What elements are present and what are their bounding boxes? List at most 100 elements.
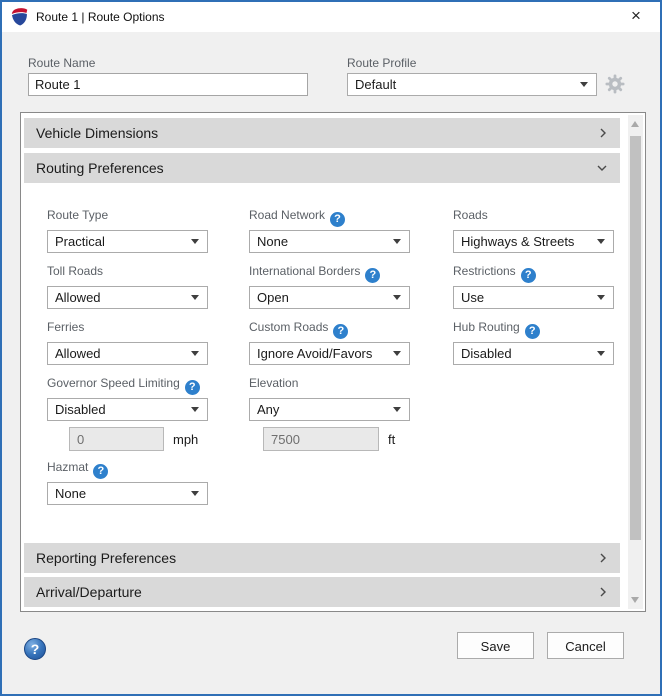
section-vehicle-dimensions[interactable]: Vehicle Dimensions	[24, 118, 620, 148]
save-button[interactable]: Save	[457, 632, 534, 659]
international-borders-value: Open	[257, 290, 289, 305]
chevron-right-icon	[598, 552, 608, 564]
governor-speed-limiting-label: Governor Speed Limiting	[47, 376, 180, 390]
governor-speed-input	[69, 427, 164, 451]
help-icon[interactable]: ?	[365, 268, 380, 283]
international-borders-label: International Borders	[249, 264, 360, 278]
profile-settings-gear-icon[interactable]	[603, 72, 627, 96]
help-icon[interactable]: ?	[525, 324, 540, 339]
custom-roads-value: Ignore Avoid/Favors	[257, 346, 372, 361]
elevation-unit-label: ft	[388, 432, 395, 447]
field-custom-roads: Custom Roads? Ignore Avoid/Favors	[249, 320, 410, 365]
route-profile-select[interactable]: Default	[347, 73, 597, 96]
ferries-label: Ferries	[47, 320, 84, 334]
hub-routing-value: Disabled	[461, 346, 512, 361]
dropdown-arrow-icon	[191, 239, 199, 244]
field-toll-roads: Toll Roads Allowed	[47, 264, 208, 309]
route-profile-value: Default	[355, 77, 396, 92]
hub-routing-label: Hub Routing	[453, 320, 520, 334]
restrictions-value: Use	[461, 290, 484, 305]
chevron-down-icon	[596, 163, 608, 173]
ferries-select[interactable]: Allowed	[47, 342, 208, 365]
hazmat-value: None	[55, 486, 86, 501]
help-icon[interactable]: ?	[521, 268, 536, 283]
toll-roads-select[interactable]: Allowed	[47, 286, 208, 309]
hazmat-select[interactable]: None	[47, 482, 208, 505]
scroll-up-icon[interactable]	[628, 117, 643, 132]
field-roads: Roads Highways & Streets	[453, 208, 614, 253]
dropdown-arrow-icon	[191, 491, 199, 496]
field-hub-routing: Hub Routing? Disabled	[453, 320, 614, 365]
dropdown-arrow-icon	[393, 351, 401, 356]
hazmat-label: Hazmat	[47, 460, 88, 474]
help-icon[interactable]: ?	[93, 464, 108, 479]
dropdown-arrow-icon	[597, 239, 605, 244]
toll-roads-label: Toll Roads	[47, 264, 103, 278]
route-name-input[interactable]	[28, 73, 308, 96]
elevation-value: Any	[257, 402, 279, 417]
elevation-select[interactable]: Any	[249, 398, 410, 421]
section-label: Reporting Preferences	[36, 550, 176, 566]
scrollbar-thumb[interactable]	[630, 136, 641, 540]
dropdown-arrow-icon	[191, 351, 199, 356]
roads-label: Roads	[453, 208, 488, 222]
field-hazmat: Hazmat? None	[47, 460, 208, 505]
roads-value: Highways & Streets	[461, 234, 574, 249]
section-reporting-preferences[interactable]: Reporting Preferences	[24, 543, 620, 573]
cancel-button[interactable]: Cancel	[547, 632, 624, 659]
close-icon[interactable]: ×	[622, 2, 650, 30]
road-network-label: Road Network	[249, 208, 325, 222]
titlebar: Route 1 | Route Options ×	[2, 2, 660, 32]
dropdown-arrow-icon	[393, 295, 401, 300]
section-label: Arrival/Departure	[36, 584, 142, 600]
route-name-label: Route Name	[28, 56, 95, 70]
options-panel: Vehicle Dimensions Routing Preferences R…	[20, 112, 646, 612]
restrictions-label: Restrictions	[453, 264, 516, 278]
road-network-value: None	[257, 234, 288, 249]
dropdown-arrow-icon	[191, 407, 199, 412]
window-title: Route 1 | Route Options	[36, 2, 165, 32]
roads-select[interactable]: Highways & Streets	[453, 230, 614, 253]
road-network-select[interactable]: None	[249, 230, 410, 253]
route-type-label: Route Type	[47, 208, 108, 222]
route-options-dialog: Route 1 | Route Options × Route Name Rou…	[0, 0, 662, 696]
scrollbar[interactable]	[628, 115, 643, 609]
field-route-type: Route Type Practical	[47, 208, 208, 253]
dropdown-arrow-icon	[191, 295, 199, 300]
field-international-borders: International Borders? Open	[249, 264, 410, 309]
dropdown-arrow-icon	[597, 351, 605, 356]
field-elevation: Elevation Any ft	[249, 376, 429, 451]
custom-roads-select[interactable]: Ignore Avoid/Favors	[249, 342, 410, 365]
dropdown-arrow-icon	[393, 239, 401, 244]
dialog-help-icon[interactable]: ?	[24, 638, 46, 660]
route-type-select[interactable]: Practical	[47, 230, 208, 253]
route-profile-label: Route Profile	[347, 56, 416, 70]
field-ferries: Ferries Allowed	[47, 320, 208, 365]
field-governor-speed-limiting: Governor Speed Limiting? Disabled mph	[47, 376, 227, 451]
elevation-label: Elevation	[249, 376, 298, 390]
app-shield-icon	[10, 7, 30, 27]
help-icon[interactable]: ?	[330, 212, 345, 227]
governor-speed-limiting-select[interactable]: Disabled	[47, 398, 208, 421]
chevron-right-icon	[598, 586, 608, 598]
international-borders-select[interactable]: Open	[249, 286, 410, 309]
hub-routing-select[interactable]: Disabled	[453, 342, 614, 365]
toll-roads-value: Allowed	[55, 290, 101, 305]
elevation-limit-input	[263, 427, 379, 451]
dropdown-arrow-icon	[597, 295, 605, 300]
scroll-down-icon[interactable]	[628, 592, 643, 607]
custom-roads-label: Custom Roads	[249, 320, 328, 334]
section-routing-preferences[interactable]: Routing Preferences	[24, 153, 620, 183]
chevron-right-icon	[598, 127, 608, 139]
ferries-value: Allowed	[55, 346, 101, 361]
dropdown-arrow-icon	[580, 82, 588, 87]
section-arrival-departure[interactable]: Arrival/Departure	[24, 577, 620, 607]
help-icon[interactable]: ?	[185, 380, 200, 395]
restrictions-select[interactable]: Use	[453, 286, 614, 309]
governor-speed-limiting-value: Disabled	[55, 402, 106, 417]
dropdown-arrow-icon	[393, 407, 401, 412]
route-type-value: Practical	[55, 234, 105, 249]
speed-unit-label: mph	[173, 432, 198, 447]
help-icon[interactable]: ?	[333, 324, 348, 339]
field-road-network: Road Network? None	[249, 208, 410, 253]
